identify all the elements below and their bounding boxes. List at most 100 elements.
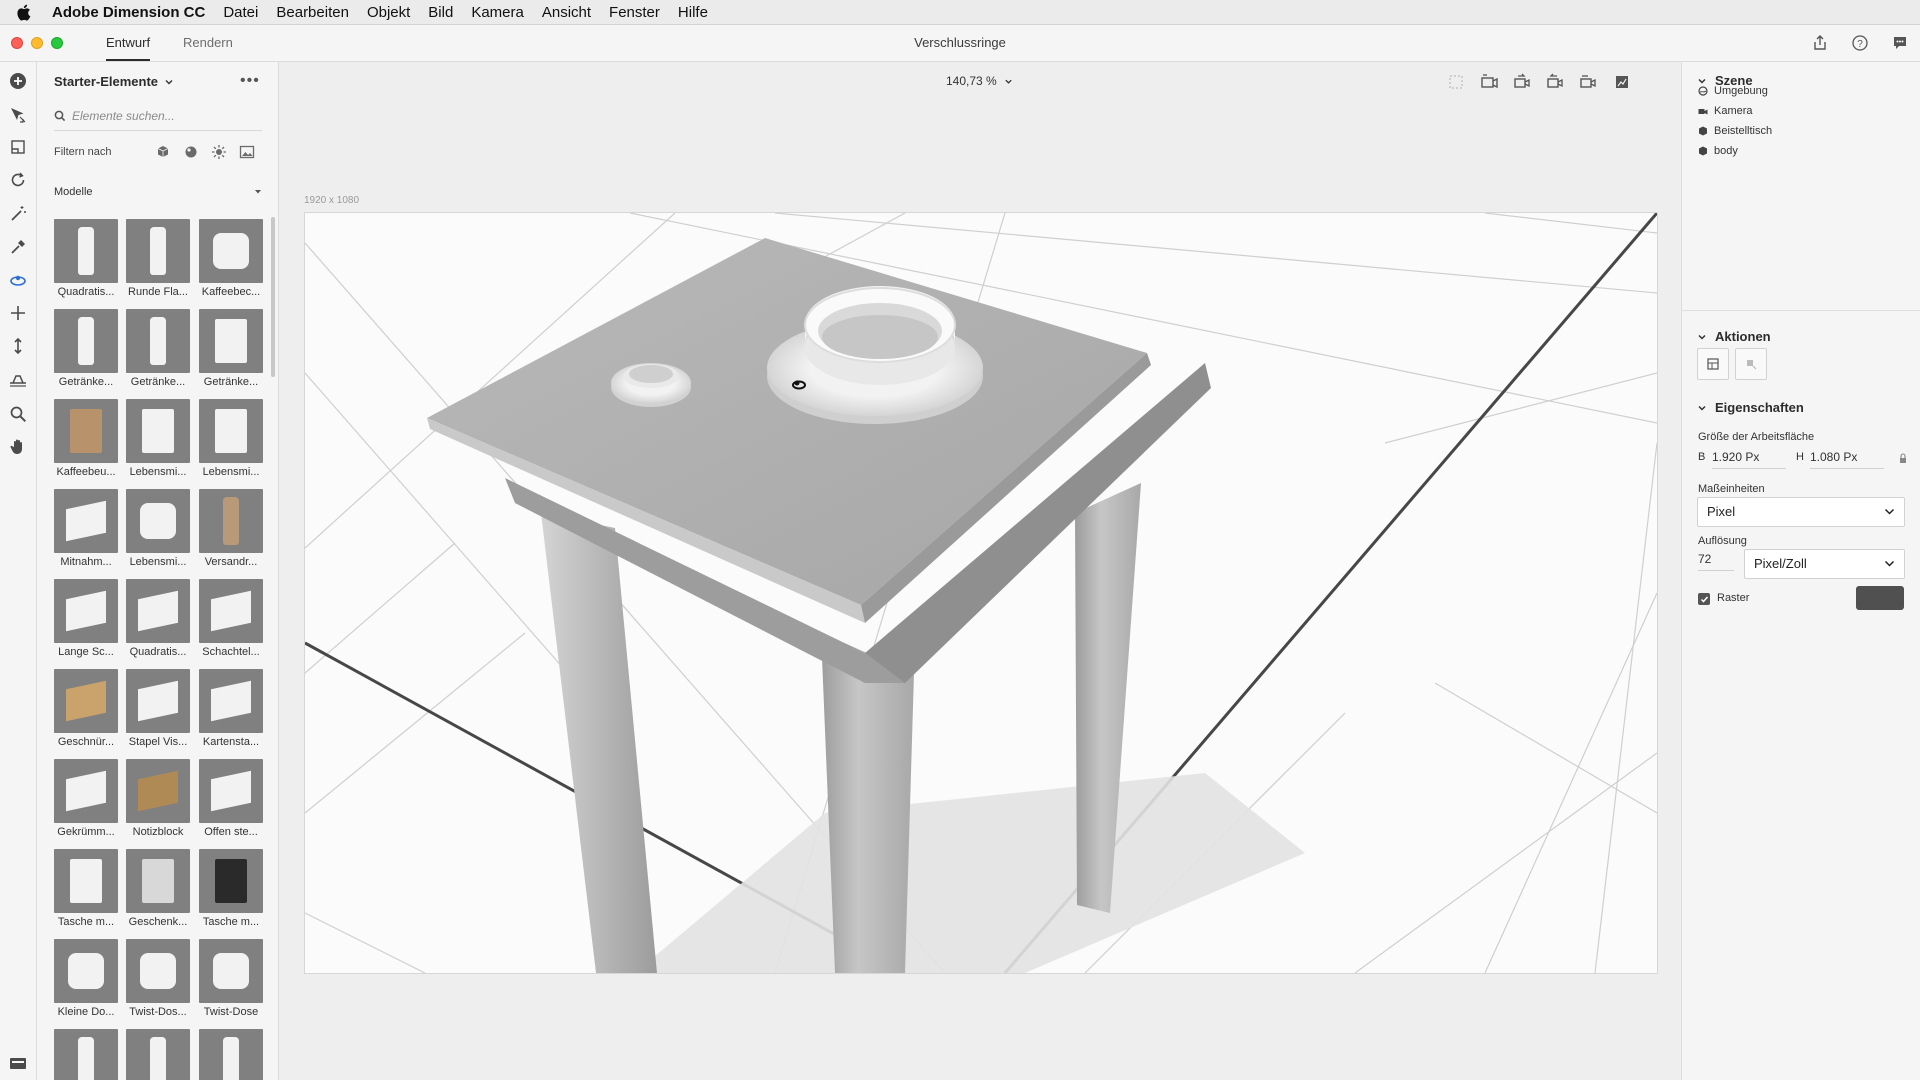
asset-tile[interactable]: Kleine Do... (54, 939, 118, 1022)
tab-rendern[interactable]: Rendern (183, 25, 233, 61)
resolution-unit-dropdown[interactable]: Pixel/Zoll (1744, 549, 1905, 579)
shopping-bag-icon (70, 859, 102, 903)
asset-tile[interactable]: Gekrümm... (54, 759, 118, 842)
help-icon[interactable]: ? (1851, 34, 1869, 52)
asset-tile[interactable]: Runde Fla... (126, 219, 190, 302)
menu-datei[interactable]: Datei (223, 4, 258, 21)
notepad-thumbnail (126, 759, 190, 823)
filter-lights-icon[interactable] (210, 143, 228, 161)
resolution-field[interactable]: 72 (1698, 552, 1734, 571)
add-content-icon[interactable] (7, 70, 29, 92)
dolly-camera-icon[interactable] (7, 335, 29, 357)
render-preview-icon[interactable] (1611, 72, 1633, 92)
zoom-window-button[interactable] (51, 37, 63, 49)
orbit-camera-icon[interactable] (7, 269, 29, 291)
units-dropdown[interactable]: Pixel (1697, 497, 1905, 527)
card-stack-icon (211, 680, 251, 722)
asset-tile[interactable]: Versandr... (199, 489, 263, 572)
select-tool-icon[interactable] (7, 104, 29, 126)
beverage-carton-thumbnail (199, 309, 263, 373)
models-section-header[interactable]: Modelle (54, 186, 262, 198)
fit-artboard-button[interactable] (1697, 348, 1729, 380)
apple-icon[interactable] (16, 4, 38, 21)
starter-assets-dropdown[interactable]: Starter-Elemente (54, 74, 174, 89)
sample-tool-icon[interactable] (7, 236, 29, 258)
filter-images-icon[interactable] (238, 143, 256, 161)
asset-tile[interactable]: Lange Sc... (54, 579, 118, 662)
horizon-tool-icon[interactable] (7, 369, 29, 391)
panel-scrollbar[interactable] (271, 217, 275, 377)
menu-bild[interactable]: Bild (428, 4, 453, 21)
feedback-icon[interactable] (1891, 34, 1909, 52)
grid-checkbox[interactable] (1698, 593, 1710, 605)
asset-tile[interactable]: Twist-Dose (199, 939, 263, 1022)
width-field[interactable]: 1.920 Px (1712, 450, 1786, 469)
menu-hilfe[interactable]: Hilfe (678, 4, 708, 21)
move-tool-icon[interactable] (7, 136, 29, 158)
menu-bearbeiten[interactable]: Bearbeiten (276, 4, 349, 21)
height-field[interactable]: 1.080 Px (1810, 450, 1884, 469)
asset-tile[interactable]: Geschenk... (126, 849, 190, 932)
menu-fenster[interactable]: Fenster (609, 4, 660, 21)
asset-tile[interactable]: Schachtel... (199, 579, 263, 662)
asset-tile[interactable]: Kaffeebeu... (54, 399, 118, 482)
panel-toggle-icon[interactable] (7, 1052, 29, 1074)
pan-camera-icon[interactable] (7, 302, 29, 324)
scene-item-side-table[interactable]: Beistelltisch (1698, 125, 1772, 137)
redo-camera-icon[interactable] (1544, 72, 1566, 92)
filter-models-icon[interactable] (154, 143, 172, 161)
menu-ansicht[interactable]: Ansicht (542, 4, 591, 21)
zoom-tool-icon[interactable] (7, 403, 29, 425)
search-field[interactable] (54, 102, 262, 131)
menu-objekt[interactable]: Objekt (367, 4, 410, 21)
asset-tile[interactable] (54, 1029, 118, 1080)
menu-app-name[interactable]: Adobe Dimension CC (52, 4, 205, 21)
scene-item-environment[interactable]: Umgebung (1698, 85, 1768, 97)
minimize-window-button[interactable] (31, 37, 43, 49)
magic-wand-icon[interactable] (7, 203, 29, 225)
asset-tile[interactable]: Lebensmi... (199, 399, 263, 482)
asset-tile[interactable]: Notizblock (126, 759, 190, 842)
link-icon[interactable] (1899, 451, 1907, 469)
actions-section-header[interactable]: Aktionen (1697, 329, 1771, 344)
rotate-tool-icon[interactable] (7, 169, 29, 191)
hand-tool-icon[interactable] (7, 436, 29, 458)
zoom-dropdown[interactable]: 140,73 % (279, 74, 1680, 88)
asset-tile[interactable]: Lebensmi... (126, 399, 190, 482)
scene-item-body[interactable]: body (1698, 145, 1738, 157)
asset-tile[interactable]: Quadratis... (54, 219, 118, 302)
camera-bookmark-icon[interactable] (1479, 72, 1501, 92)
camera-settings-icon[interactable] (1577, 72, 1599, 92)
asset-tile[interactable] (199, 1029, 263, 1080)
asset-tile[interactable]: Getränke... (54, 309, 118, 392)
viewport-canvas[interactable] (304, 212, 1658, 974)
frame-selection-icon[interactable] (1445, 72, 1467, 92)
filter-materials-icon[interactable] (182, 143, 200, 161)
tab-entwurf[interactable]: Entwurf (106, 25, 151, 61)
menu-kamera[interactable]: Kamera (471, 4, 524, 21)
width-letter: B (1698, 451, 1706, 463)
asset-tile[interactable]: Lebensmi... (126, 489, 190, 572)
search-input[interactable] (66, 109, 252, 123)
more-options-icon[interactable]: ••• (240, 73, 260, 89)
asset-tile[interactable]: Twist-Dos... (126, 939, 190, 1022)
asset-tile[interactable]: Tasche m... (199, 849, 263, 932)
undo-camera-icon[interactable] (1511, 72, 1533, 92)
asset-tile[interactable]: Mitnahm... (54, 489, 118, 572)
drop-to-ground-button[interactable] (1735, 348, 1767, 380)
grid-color-swatch[interactable] (1856, 586, 1904, 610)
asset-tile[interactable]: Getränke... (126, 309, 190, 392)
scene-item-camera[interactable]: Kamera (1698, 105, 1753, 117)
asset-tile[interactable]: Geschnür... (54, 669, 118, 752)
asset-tile[interactable]: Offen ste... (199, 759, 263, 842)
asset-tile[interactable]: Tasche m... (54, 849, 118, 932)
asset-tile[interactable]: Quadratis... (126, 579, 190, 662)
asset-tile[interactable]: Kaffeebec... (199, 219, 263, 302)
asset-tile[interactable]: Kartensta... (199, 669, 263, 752)
properties-section-header[interactable]: Eigenschaften (1697, 400, 1804, 415)
close-window-button[interactable] (11, 37, 23, 49)
asset-tile[interactable] (126, 1029, 190, 1080)
asset-tile[interactable]: Stapel Vis... (126, 669, 190, 752)
share-icon[interactable] (1811, 34, 1829, 52)
asset-tile[interactable]: Getränke... (199, 309, 263, 392)
